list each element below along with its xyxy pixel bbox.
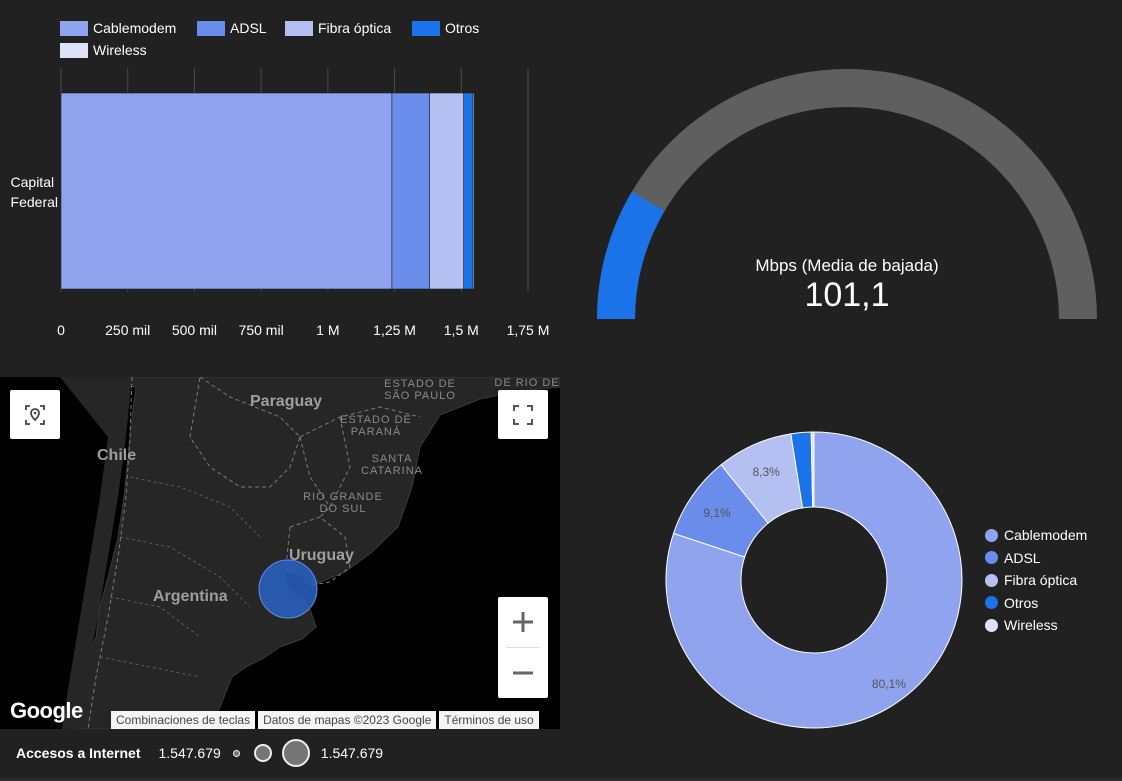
legend-label: ADSL bbox=[230, 20, 267, 36]
minus-icon bbox=[513, 671, 533, 675]
bubble-size-legend: Accesos a Internet 1.547.679 1.547.679 bbox=[16, 738, 383, 768]
legend-dot bbox=[985, 596, 998, 610]
bar-segment[interactable] bbox=[60, 92, 393, 290]
legend-dot bbox=[985, 551, 998, 565]
bar-segment[interactable] bbox=[472, 92, 475, 290]
zoom-in-button[interactable] bbox=[498, 597, 548, 647]
legend-item-wireless[interactable]: Wireless bbox=[60, 42, 147, 58]
x-tick-label: 1,5 M bbox=[444, 322, 479, 338]
fullscreen-icon bbox=[513, 404, 533, 425]
legend-label: Cablemodem bbox=[93, 20, 177, 36]
legend-swatch bbox=[60, 20, 88, 36]
x-tick-label: 750 mil bbox=[239, 322, 284, 338]
map-label-parana: ESTADO DE PARANÁ bbox=[340, 414, 412, 438]
legend-label: Fibra óptica bbox=[1004, 572, 1078, 589]
legend-label: Wireless bbox=[1004, 617, 1058, 634]
legend-label: Fibra óptica bbox=[318, 20, 392, 36]
locate-icon bbox=[25, 404, 45, 425]
gauge-value: 101,1 bbox=[804, 276, 890, 314]
map-label-paraguay: Paraguay bbox=[250, 393, 323, 410]
legend-item-adsl[interactable]: ADSL bbox=[197, 20, 267, 36]
donut-legend-item-cablemodem[interactable]: Cablemodem bbox=[985, 524, 1087, 547]
zoom-out-button[interactable] bbox=[498, 648, 548, 698]
legend-label: Otros bbox=[1004, 594, 1039, 611]
x-tick-label: 1 M bbox=[316, 322, 339, 338]
stacked-bar-chart: 0 250 mil 500 mil 750 mil 1 M 1,25 M 1,5 M 1,75… bbox=[11, 68, 549, 338]
donut-legend: Cablemodem ADSL Fibra óptica Otros Wirel… bbox=[985, 524, 1087, 637]
bubble-small bbox=[232, 749, 240, 757]
bar-segment[interactable] bbox=[463, 92, 474, 290]
google-logo: Google bbox=[10, 698, 83, 723]
map[interactable]: Paraguay Chile Uruguay Argentina ESTADO … bbox=[0, 377, 560, 729]
locate-button[interactable] bbox=[10, 390, 60, 439]
donut-slice-label: 80,1% bbox=[872, 677, 906, 691]
bar-segments bbox=[60, 92, 475, 290]
donut-slice-label: 9,1% bbox=[703, 506, 731, 520]
map-data-link[interactable]: Datos de mapas ©2023 Google bbox=[258, 711, 437, 729]
legend-label: Cablemodem bbox=[1004, 527, 1088, 544]
donut-legend-item-otros[interactable]: Otros bbox=[985, 592, 1087, 615]
map-label-chile: Chile bbox=[97, 447, 137, 464]
legend-dot bbox=[985, 528, 998, 542]
plus-icon bbox=[513, 612, 533, 632]
category-label-line1: Capital bbox=[11, 174, 55, 190]
legend-item-fibra-optica[interactable]: Fibra óptica bbox=[285, 20, 391, 36]
map-label-sao-paulo: ESTADO DE SÃO PAULO bbox=[384, 378, 456, 402]
bubble-large bbox=[281, 739, 310, 767]
x-tick-label: 500 mil bbox=[172, 322, 217, 338]
bubble-medium bbox=[253, 744, 272, 762]
category-label: Capital Federal bbox=[11, 174, 58, 210]
legend-swatch bbox=[197, 20, 225, 36]
map-label-rio-grande: RIO GRANDE DO SUL bbox=[303, 491, 383, 515]
x-tick-label: 250 mil bbox=[105, 322, 150, 338]
map-label-santa-catarina: SANTA CATARINA bbox=[361, 453, 423, 477]
donut-legend-item-fibra-optica[interactable]: Fibra óptica bbox=[985, 569, 1087, 592]
map-terrain bbox=[0, 377, 560, 729]
bubble-min-value: 1.547.679 bbox=[158, 745, 221, 761]
legend-dot bbox=[985, 573, 998, 587]
donut-chart: 80,1% 9,1% 8,3% bbox=[665, 431, 963, 729]
fullscreen-button[interactable] bbox=[498, 390, 548, 439]
map-footer: Combinaciones de teclas Datos de mapas ©… bbox=[108, 711, 539, 729]
donut-slice-label: 8,3% bbox=[752, 465, 780, 479]
map-label-argentina: Argentina bbox=[153, 588, 228, 605]
x-tick-label: 0 bbox=[57, 322, 65, 338]
legend-swatch bbox=[60, 42, 88, 58]
legend-label: Wireless bbox=[93, 42, 147, 58]
data-bubble[interactable] bbox=[258, 559, 318, 619]
bar-segment[interactable] bbox=[391, 92, 430, 290]
category-label-line2: Federal bbox=[11, 194, 58, 210]
legend-dot bbox=[985, 618, 998, 632]
map-label-uruguay: Uruguay bbox=[289, 547, 354, 564]
bar-x-ticks: 0 250 mil 500 mil 750 mil 1 M 1,25 M 1,5 M 1,75… bbox=[57, 322, 549, 338]
bubble-legend-title: Accesos a Internet bbox=[16, 745, 141, 761]
legend-label: ADSL bbox=[1004, 549, 1041, 566]
zoom-control bbox=[498, 597, 548, 698]
legend-label: Otros bbox=[445, 20, 480, 36]
keyboard-shortcuts-link[interactable]: Combinaciones de teclas bbox=[111, 711, 256, 729]
gauge-label: Mbps (Media de bajada) bbox=[755, 256, 939, 275]
bar-segment[interactable] bbox=[429, 92, 464, 290]
donut-legend-item-adsl[interactable]: ADSL bbox=[985, 547, 1087, 570]
legend-item-otros[interactable]: Otros bbox=[412, 20, 479, 36]
legend-swatch bbox=[412, 20, 440, 36]
terms-link[interactable]: Términos de uso bbox=[439, 711, 539, 729]
donut-legend-item-wireless[interactable]: Wireless bbox=[985, 614, 1087, 637]
legend-swatch bbox=[285, 20, 313, 36]
map-label-rio: DE RIO DE bbox=[494, 377, 560, 389]
legend-item-cablemodem[interactable]: Cablemodem bbox=[60, 20, 176, 36]
bubble-max-value: 1.547.679 bbox=[320, 745, 384, 761]
x-tick-label: 1,25 M bbox=[373, 322, 416, 338]
gauge-fill bbox=[597, 191, 665, 319]
x-tick-label: 1,75 M bbox=[507, 322, 550, 338]
donut-slices bbox=[665, 431, 963, 729]
